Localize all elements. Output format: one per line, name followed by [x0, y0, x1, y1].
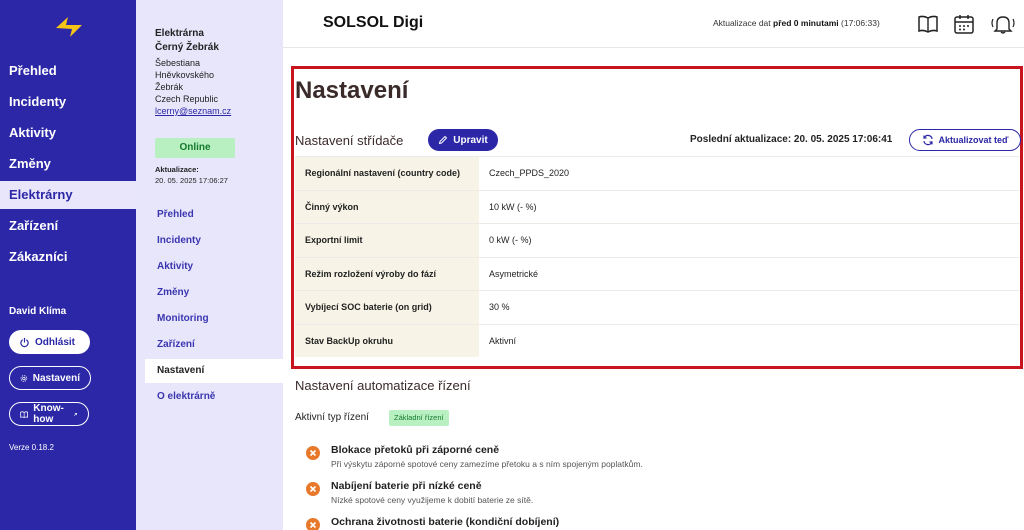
version-text: Verze 0.18.2 [9, 443, 54, 452]
plant-name-line1: Elektrárna [155, 28, 204, 39]
edit-label: Upravit [453, 134, 488, 146]
refresh-now-button[interactable]: Aktualizovat teď [909, 129, 1021, 151]
setting-value: 10 kW (- %) [489, 201, 537, 212]
gear-icon [20, 374, 28, 382]
feature-description: Nízké spotové ceny využijeme k dobití ba… [331, 495, 534, 505]
plant-email-link[interactable]: lcerny@seznam.cz [155, 105, 275, 117]
plant-address-line2: Hněvkovského [155, 70, 215, 80]
nav-item-overview[interactable]: Přehled [0, 57, 136, 85]
feature-title: Nabíjení baterie při nízké ceně [331, 480, 482, 492]
plant-menu-incidents[interactable]: Incidenty [145, 229, 283, 253]
last-update-text: Poslední aktualizace: 20. 05. 2025 17:06… [690, 134, 893, 145]
setting-value: Asymetrické [489, 268, 539, 279]
main-sidebar: Přehled Incidenty Aktivity Změny Elektrá… [0, 0, 136, 530]
settings-label: Nastavení [32, 372, 80, 384]
edit-button[interactable]: Upravit [428, 129, 498, 151]
book-icon [20, 410, 28, 418]
knowhow-button[interactable]: Know-how [9, 402, 89, 426]
update-relative: před 0 minutami [773, 18, 839, 28]
knowhow-label: Know-how [33, 403, 64, 425]
table-row: Exportní limit 0 kW (- %) [295, 223, 1020, 257]
plant-name: Elektrárna Černý Žebrák [155, 27, 275, 55]
bell-icon[interactable] [990, 13, 1016, 35]
control-type-badge: Základní řízení [389, 410, 449, 426]
setting-key: Vybíjecí SOC baterie (on grid) [295, 291, 479, 324]
app-title: SOLSOL Digi [323, 14, 424, 31]
plant-menu-monitoring[interactable]: Monitoring [145, 307, 283, 331]
setting-key: Činný výkon [295, 190, 479, 223]
plant-menu-settings[interactable]: Nastavení [145, 359, 283, 383]
disabled-x-icon [306, 446, 320, 460]
plant-menu-activities[interactable]: Aktivity [145, 255, 283, 279]
setting-value: 0 kW (- %) [489, 235, 532, 246]
logout-label: Odhlásit [35, 336, 76, 348]
user-name: David Klíma [9, 306, 67, 317]
feature-title: Blokace přetoků při záporné ceně [331, 444, 500, 456]
automation-settings-title: Nastavení automatizace řízení [295, 378, 471, 393]
page-title: Nastavení [295, 77, 409, 104]
plant-name-line2: Černý Žebrák [155, 42, 219, 53]
update-time: (17:06:33) [838, 18, 880, 28]
lightning-logo-icon[interactable] [52, 14, 86, 40]
disabled-x-icon [306, 482, 320, 496]
pencil-icon [439, 135, 448, 145]
setting-value: Aktivní [489, 335, 517, 346]
table-row: Činný výkon 10 kW (- %) [295, 189, 1020, 223]
plant-address: Šebestiana Hněvkovského Žebrák Czech Rep… [155, 57, 275, 117]
refresh-icon [922, 134, 933, 146]
book-icon[interactable] [917, 13, 939, 35]
active-control-type-label: Aktivní typ řízení [295, 412, 369, 423]
external-link-icon [74, 412, 78, 416]
plant-update-label: Aktualizace: [155, 165, 199, 174]
setting-value: 30 % [489, 302, 510, 313]
top-header: SOLSOL Digi Aktualizace dat před 0 minut… [283, 0, 1024, 48]
settings-button[interactable]: Nastavení [9, 366, 91, 390]
setting-key: Exportní limit [295, 224, 479, 257]
data-update-status: Aktualizace dat před 0 minutami (17:06:3… [713, 18, 880, 28]
nav-item-customers[interactable]: Zákazníci [0, 243, 136, 271]
update-prefix: Aktualizace dat [713, 18, 774, 28]
setting-key: Režim rozložení výroby do fází [295, 257, 479, 290]
inverter-settings-title: Nastavení střídače [295, 133, 404, 148]
plant-address-line4: Czech Republic [155, 94, 219, 104]
disabled-x-icon [306, 518, 320, 530]
logout-button[interactable]: Odhlásit [9, 330, 90, 354]
setting-key: Regionální nastavení (country code) [295, 157, 479, 190]
setting-key: Stav BackUp okruhu [295, 324, 479, 357]
nav-item-activities[interactable]: Aktivity [0, 119, 136, 147]
plant-address-line3: Žebrák [155, 82, 184, 92]
calendar-icon[interactable] [953, 13, 975, 35]
plant-address-line1: Šebestiana [155, 58, 201, 68]
plant-menu-about[interactable]: O elektrárně [145, 385, 283, 409]
table-row: Stav BackUp okruhu Aktivní [295, 323, 1020, 357]
nav-item-incidents[interactable]: Incidenty [0, 88, 136, 116]
plant-menu-overview[interactable]: Přehled [145, 203, 283, 227]
plant-menu-changes[interactable]: Změny [145, 281, 283, 305]
feature-title: Ochrana životnosti baterie (kondiční dob… [331, 516, 560, 528]
feature-description: Při výskytu záporné spotové ceny zamezím… [331, 459, 643, 469]
plant-menu-devices[interactable]: Zařízení [145, 333, 283, 357]
plant-update-value: 20. 05. 2025 17:06:27 [155, 176, 228, 185]
table-row: Regionální nastavení (country code) Czech… [295, 156, 1020, 190]
power-icon [20, 337, 29, 347]
status-badge: Online [155, 138, 235, 158]
nav-item-changes[interactable]: Změny [0, 150, 136, 178]
inverter-settings-table: Regionální nastavení (country code) Czech… [295, 156, 1020, 357]
nav-item-devices[interactable]: Zařízení [0, 212, 136, 240]
refresh-label: Aktualizovat teď [938, 135, 1009, 145]
table-row: Režim rozložení výroby do fází Asymetrick… [295, 256, 1020, 290]
table-row: Vybíjecí SOC baterie (on grid) 30 % [295, 290, 1020, 324]
plant-sidebar: Elektrárna Černý Žebrák Šebestiana Hněvk… [136, 0, 283, 530]
nav-item-power-plants[interactable]: Elektrárny [0, 181, 136, 209]
setting-value: Czech_PPDS_2020 [489, 168, 570, 179]
